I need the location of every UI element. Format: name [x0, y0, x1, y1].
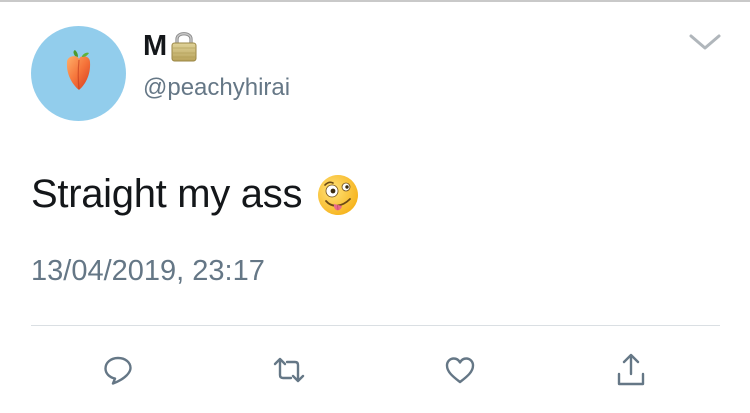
divider [31, 325, 720, 326]
tweet-timestamp[interactable]: 13/04/2019, 23:17 [31, 255, 265, 288]
heart-icon [445, 357, 475, 384]
zany-face-emoji [318, 174, 359, 215]
retweet-button[interactable] [269, 350, 309, 390]
lock-icon [171, 32, 197, 62]
top-border [0, 0, 750, 2]
peach-icon [66, 50, 91, 90]
avatar[interactable] [31, 26, 126, 121]
tweet-text: Straight my ass [31, 172, 360, 217]
like-button[interactable] [440, 350, 480, 390]
reply-icon [104, 356, 132, 385]
retweet-icon [273, 357, 305, 383]
reply-button[interactable] [98, 350, 138, 390]
display-name[interactable]: M [143, 30, 167, 63]
chevron-down-icon[interactable] [688, 32, 722, 52]
user-handle[interactable]: @peachyhirai [143, 74, 290, 102]
tweet-text-content: Straight my ass [31, 172, 303, 216]
share-button[interactable] [611, 350, 651, 390]
name-row: M [143, 28, 199, 64]
share-icon [617, 353, 645, 386]
